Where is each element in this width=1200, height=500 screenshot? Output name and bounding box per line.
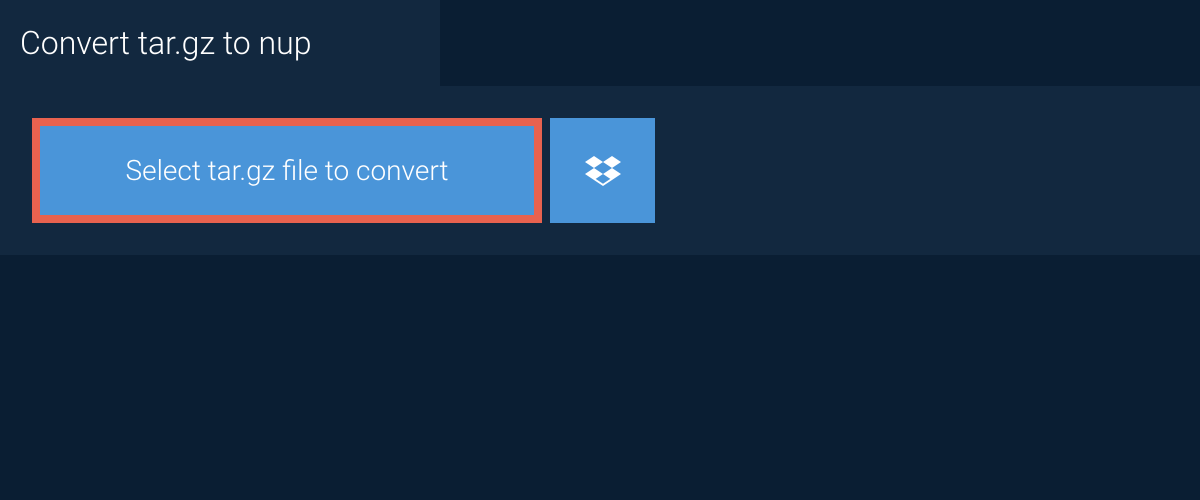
tab-bar: Convert tar.gz to nup xyxy=(0,0,1200,86)
dropbox-button[interactable] xyxy=(550,118,655,223)
content-panel: Select tar.gz file to convert xyxy=(0,86,1200,255)
select-file-label: Select tar.gz file to convert xyxy=(126,154,449,187)
tab-label: Convert tar.gz to nup xyxy=(20,24,311,62)
select-file-button[interactable]: Select tar.gz file to convert xyxy=(32,118,542,223)
button-row: Select tar.gz file to convert xyxy=(32,118,1168,223)
dropbox-icon xyxy=(585,153,621,189)
tab-convert[interactable]: Convert tar.gz to nup xyxy=(0,0,440,86)
